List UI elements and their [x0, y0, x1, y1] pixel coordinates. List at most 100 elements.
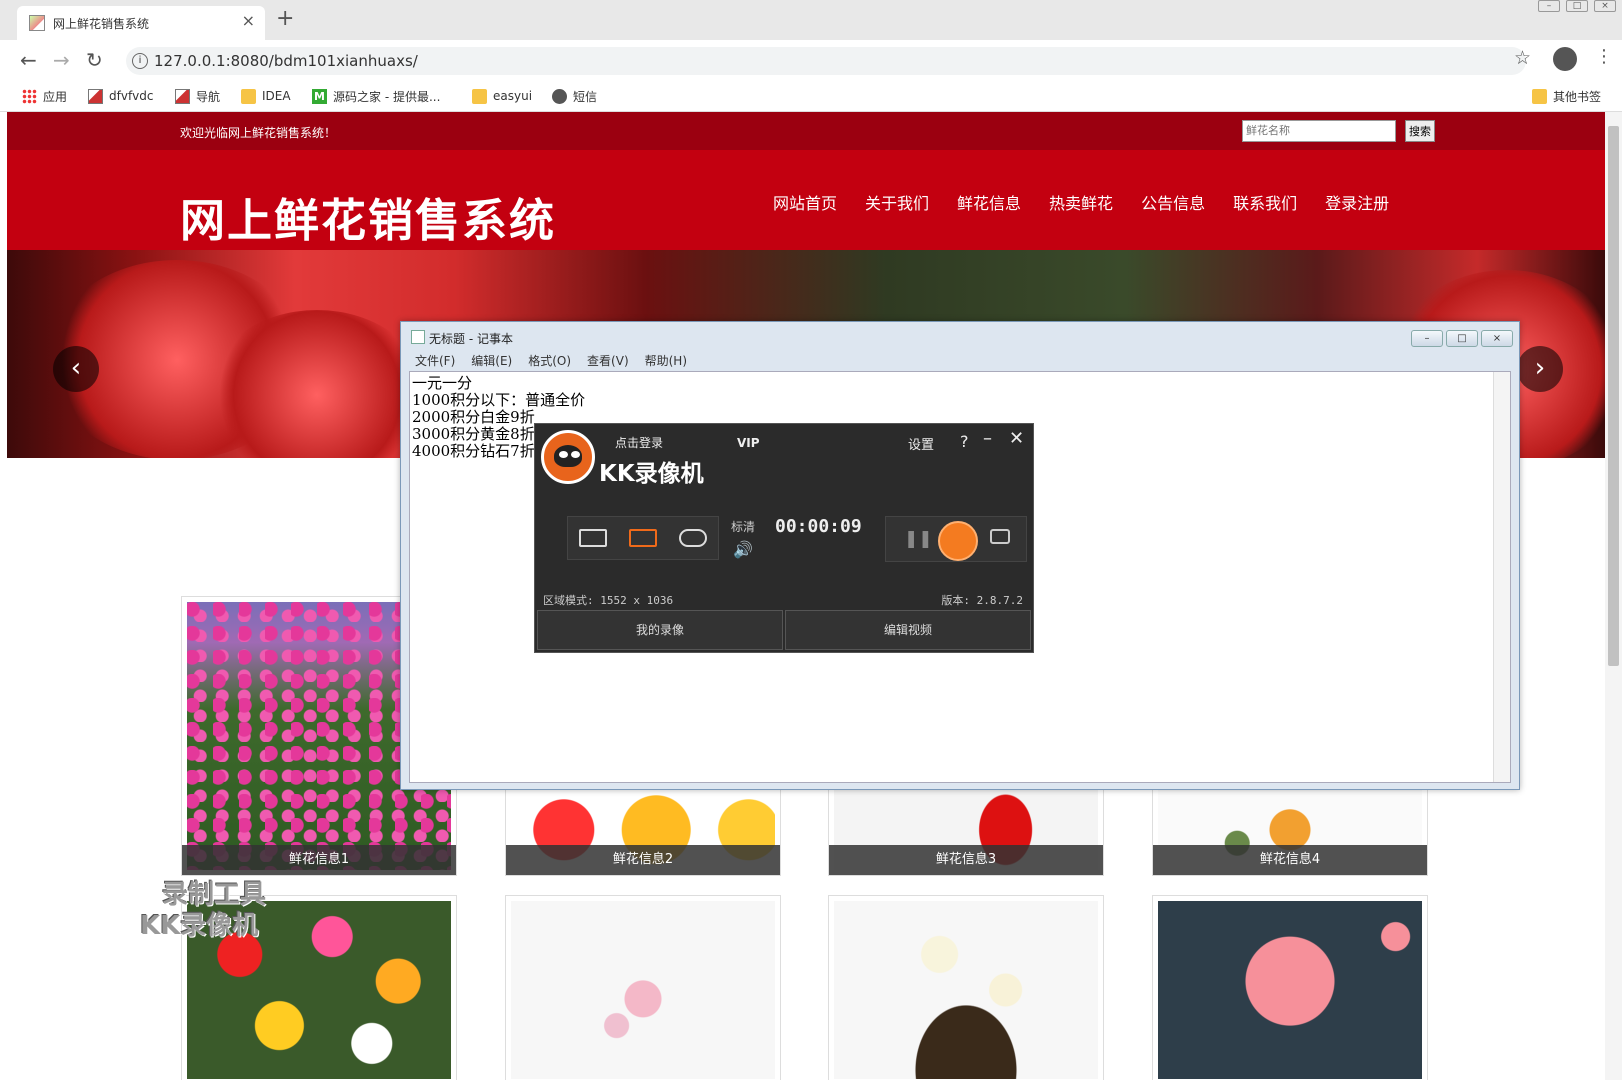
folder-icon — [472, 88, 487, 104]
nav-contact[interactable]: 联系我们 — [1233, 190, 1297, 214]
account-avatar-icon[interactable] — [1553, 47, 1577, 71]
product-image — [511, 901, 775, 1079]
notepad-menubar: 文件(F) 编辑(E) 格式(O) 查看(V) 帮助(H) — [415, 352, 687, 369]
close-icon[interactable]: ✕ — [1009, 428, 1024, 449]
menu-view[interactable]: 查看(V) — [587, 352, 629, 369]
product-caption: 鲜花信息3 — [829, 845, 1103, 875]
product-caption: 鲜花信息2 — [506, 845, 780, 875]
settings-button[interactable]: 设置 — [908, 434, 934, 453]
product-card[interactable] — [1152, 895, 1428, 1080]
nav-home[interactable]: 网站首页 — [773, 190, 837, 214]
forward-icon[interactable]: → — [53, 48, 70, 72]
menu-file[interactable]: 文件(F) — [415, 352, 455, 369]
volume-icon[interactable]: 🔊 — [733, 540, 753, 559]
kk-recorder-window: 点击登录 VIP KK录像机 设置 ? – ✕ 标清 🔊 00:00:09 ❚❚… — [534, 423, 1034, 653]
product-card[interactable] — [828, 895, 1104, 1080]
folder-icon — [1532, 88, 1547, 104]
menu-format[interactable]: 格式(O) — [528, 352, 571, 369]
camera-icon[interactable] — [990, 529, 1010, 544]
carousel-next-icon[interactable]: › — [1517, 346, 1563, 392]
url-field[interactable]: i 127.0.0.1:8080/bdm101xianhuaxs/ — [126, 47, 1526, 75]
site-header: 网上鲜花销售系统 网站首页 关于我们 鲜花信息 热卖鲜花 公告信息 联系我们 登… — [7, 150, 1605, 250]
bookmarks-bar: 应用 dfvfvdc 导航 IDEA M 源码之家 - 提供最... easyui… — [0, 80, 1622, 112]
product-caption: 鲜花信息4 — [1153, 845, 1427, 875]
browser-tab[interactable]: 网上鲜花销售系统 × — [17, 6, 265, 40]
welcome-text: 欢迎光临网上鲜花销售系统！ — [180, 126, 337, 140]
tab-favicon-icon — [29, 15, 45, 31]
page-scrollbar[interactable] — [1605, 112, 1622, 1080]
scroll-thumb[interactable] — [1608, 126, 1619, 666]
nav-hot[interactable]: 热卖鲜花 — [1049, 190, 1113, 214]
record-button[interactable] — [938, 521, 978, 561]
bookmark-sms[interactable]: 短信 — [552, 86, 597, 106]
fullscreen-mode-icon[interactable] — [579, 529, 607, 547]
region-mode-icon[interactable] — [629, 529, 657, 547]
page-icon — [88, 88, 103, 104]
m-logo-icon: M — [312, 88, 327, 104]
maximize-icon[interactable]: □ — [1566, 0, 1588, 12]
minimize-icon[interactable]: – — [1538, 0, 1560, 12]
vip-badge[interactable]: VIP — [737, 436, 760, 450]
quality-selector[interactable]: 标清 — [731, 518, 755, 535]
menu-help[interactable]: 帮助(H) — [645, 352, 687, 369]
help-icon[interactable]: ? — [960, 432, 969, 451]
game-mode-icon[interactable] — [679, 529, 707, 547]
close-icon[interactable]: × — [1594, 0, 1616, 12]
tab-close-icon[interactable]: × — [242, 11, 255, 30]
record-controls: ❚❚ — [885, 516, 1027, 562]
search-input[interactable] — [1242, 120, 1396, 142]
bookmark-star-icon[interactable]: ☆ — [1514, 47, 1531, 69]
kk-brand: KK录像机 — [599, 461, 704, 487]
close-icon[interactable]: × — [1481, 330, 1513, 347]
folder-icon — [241, 88, 256, 104]
site-top-bar: 欢迎光临网上鲜花销售系统！ 搜索 — [7, 112, 1605, 150]
kk-logo-icon — [541, 430, 595, 484]
browser-menu-icon[interactable]: ⋮ — [1595, 46, 1613, 67]
carousel-prev-icon[interactable]: ‹ — [53, 346, 99, 392]
globe-icon — [552, 88, 567, 104]
tab-title: 网上鲜花销售系统 — [53, 17, 150, 31]
nav-login[interactable]: 登录注册 — [1325, 190, 1389, 214]
recording-watermark: 录制工具 KK录像机 — [140, 880, 267, 941]
bookmark-nav[interactable]: 导航 — [175, 86, 220, 106]
site-title: 网上鲜花销售系统 — [180, 194, 557, 247]
scrollbar[interactable] — [1493, 372, 1510, 782]
product-caption: 鲜花信息1 — [182, 845, 456, 875]
tab-strip: 网上鲜花销售系统 × + – □ × — [0, 0, 1622, 40]
pause-icon[interactable]: ❚❚ — [904, 529, 933, 549]
minimize-icon[interactable]: – — [1411, 330, 1443, 347]
minimize-icon[interactable]: – — [983, 428, 992, 449]
bookmark-apps[interactable]: 应用 — [22, 86, 67, 106]
window-controls: – □ × — [1538, 0, 1616, 12]
bookmark-easyui[interactable]: easyui — [472, 86, 532, 106]
page-icon — [175, 88, 190, 104]
back-icon[interactable]: ← — [20, 48, 37, 72]
url-text: 127.0.0.1:8080/bdm101xianhuaxs/ — [154, 52, 418, 70]
product-card[interactable] — [505, 895, 781, 1080]
product-image — [834, 901, 1098, 1079]
bookmark-other[interactable]: 其他书签 — [1532, 86, 1601, 106]
edit-video-button[interactable]: 编辑视频 — [785, 610, 1031, 650]
menu-edit[interactable]: 编辑(E) — [471, 352, 512, 369]
info-icon[interactable]: i — [132, 53, 148, 69]
bookmark-idea[interactable]: IDEA — [241, 86, 291, 106]
version-info: 版本: 2.8.7.2 — [941, 594, 1023, 607]
product-image — [1158, 901, 1422, 1079]
bookmark-codehome[interactable]: M 源码之家 - 提供最... — [312, 86, 440, 106]
nav-about[interactable]: 关于我们 — [865, 190, 929, 214]
region-mode-info: 区域模式: 1552 x 1036 — [543, 594, 674, 607]
login-link[interactable]: 点击登录 — [615, 434, 663, 451]
notepad-icon — [411, 330, 425, 344]
main-nav: 网站首页 关于我们 鲜花信息 热卖鲜花 公告信息 联系我们 登录注册 — [773, 190, 1389, 214]
recording-timer: 00:00:09 — [775, 516, 862, 537]
nav-notice[interactable]: 公告信息 — [1141, 190, 1205, 214]
my-recordings-button[interactable]: 我的录像 — [537, 610, 783, 650]
bookmark-dfvfvdc[interactable]: dfvfvdc — [88, 86, 153, 106]
nav-flowers[interactable]: 鲜花信息 — [957, 190, 1021, 214]
reload-icon[interactable]: ↻ — [86, 48, 103, 72]
maximize-icon[interactable]: □ — [1446, 330, 1478, 347]
new-tab-button[interactable]: + — [276, 6, 294, 31]
search-button[interactable]: 搜索 — [1405, 120, 1435, 142]
apps-grid-icon — [22, 88, 37, 104]
address-bar-row: ← → ↻ i 127.0.0.1:8080/bdm101xianhuaxs/ … — [0, 40, 1622, 80]
